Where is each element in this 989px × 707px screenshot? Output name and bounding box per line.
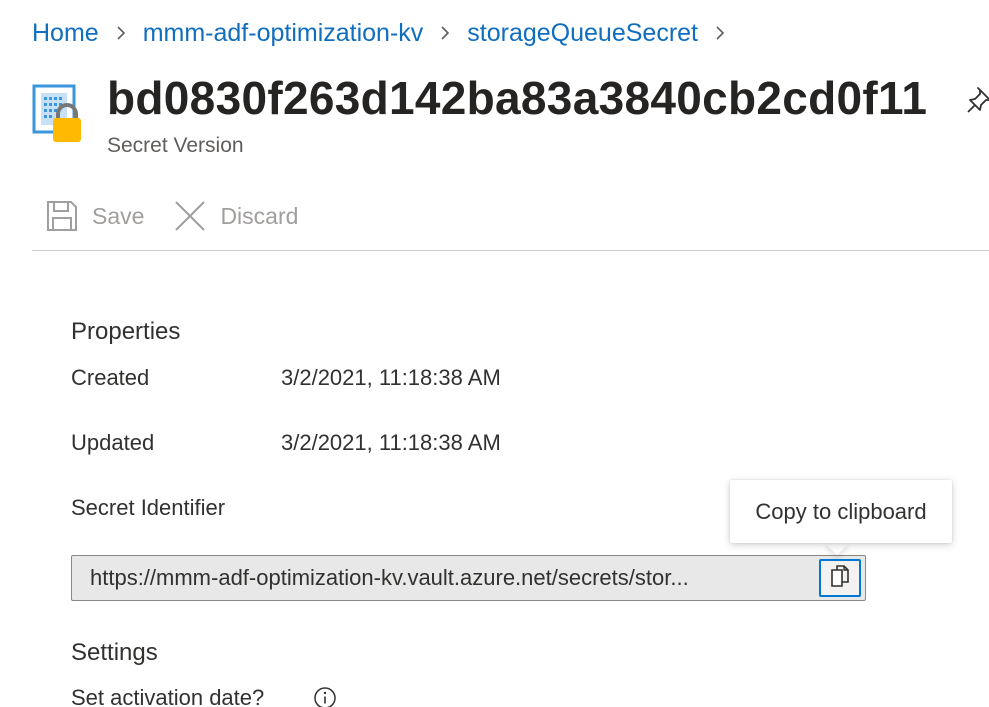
updated-value: 3/2/2021, 11:18:38 AM xyxy=(281,430,501,455)
discard-button[interactable]: Discard xyxy=(172,198,298,234)
info-icon[interactable] xyxy=(313,686,337,707)
page-title: bd0830f263d142ba83a3840cb2cd0f11 xyxy=(107,72,928,124)
command-bar: Save Discard xyxy=(44,196,298,236)
chevron-right-icon xyxy=(107,16,135,50)
secret-identifier-value[interactable]: https://mmm-adf-optimization-kv.vault.az… xyxy=(90,565,814,591)
toolbar-divider xyxy=(32,250,989,251)
close-icon xyxy=(172,198,208,234)
save-icon xyxy=(44,198,80,234)
discard-label: Discard xyxy=(220,202,299,229)
save-button[interactable]: Save xyxy=(44,198,144,234)
breadcrumb: Home mmm-adf-optimization-kv storageQueu… xyxy=(32,16,742,50)
copy-to-clipboard-button[interactable] xyxy=(819,559,861,597)
chevron-right-icon xyxy=(706,16,734,50)
properties-heading: Properties xyxy=(71,318,181,345)
updated-label: Updated xyxy=(71,430,155,455)
activation-date-label: Set activation date? xyxy=(71,685,265,707)
pin-icon[interactable] xyxy=(966,84,989,114)
key-vault-secret-lock-icon xyxy=(32,84,88,144)
created-value: 3/2/2021, 11:18:38 AM xyxy=(281,365,501,390)
breadcrumb-secret-link[interactable]: storageQueueSecret xyxy=(467,16,698,50)
page-subtitle: Secret Version xyxy=(107,134,244,157)
save-label: Save xyxy=(92,202,145,229)
secret-identifier-field[interactable]: https://mmm-adf-optimization-kv.vault.az… xyxy=(71,555,866,601)
secret-identifier-label: Secret Identifier xyxy=(71,495,226,520)
copy-tooltip: Copy to clipboard xyxy=(730,480,952,543)
copy-icon xyxy=(829,564,851,593)
created-label: Created xyxy=(71,365,150,390)
settings-heading: Settings xyxy=(71,639,158,666)
chevron-right-icon xyxy=(431,16,459,50)
breadcrumb-home-link[interactable]: Home xyxy=(32,16,99,50)
secret-version-page: Home mmm-adf-optimization-kv storageQueu… xyxy=(0,0,989,707)
breadcrumb-keyvault-link[interactable]: mmm-adf-optimization-kv xyxy=(143,16,424,50)
